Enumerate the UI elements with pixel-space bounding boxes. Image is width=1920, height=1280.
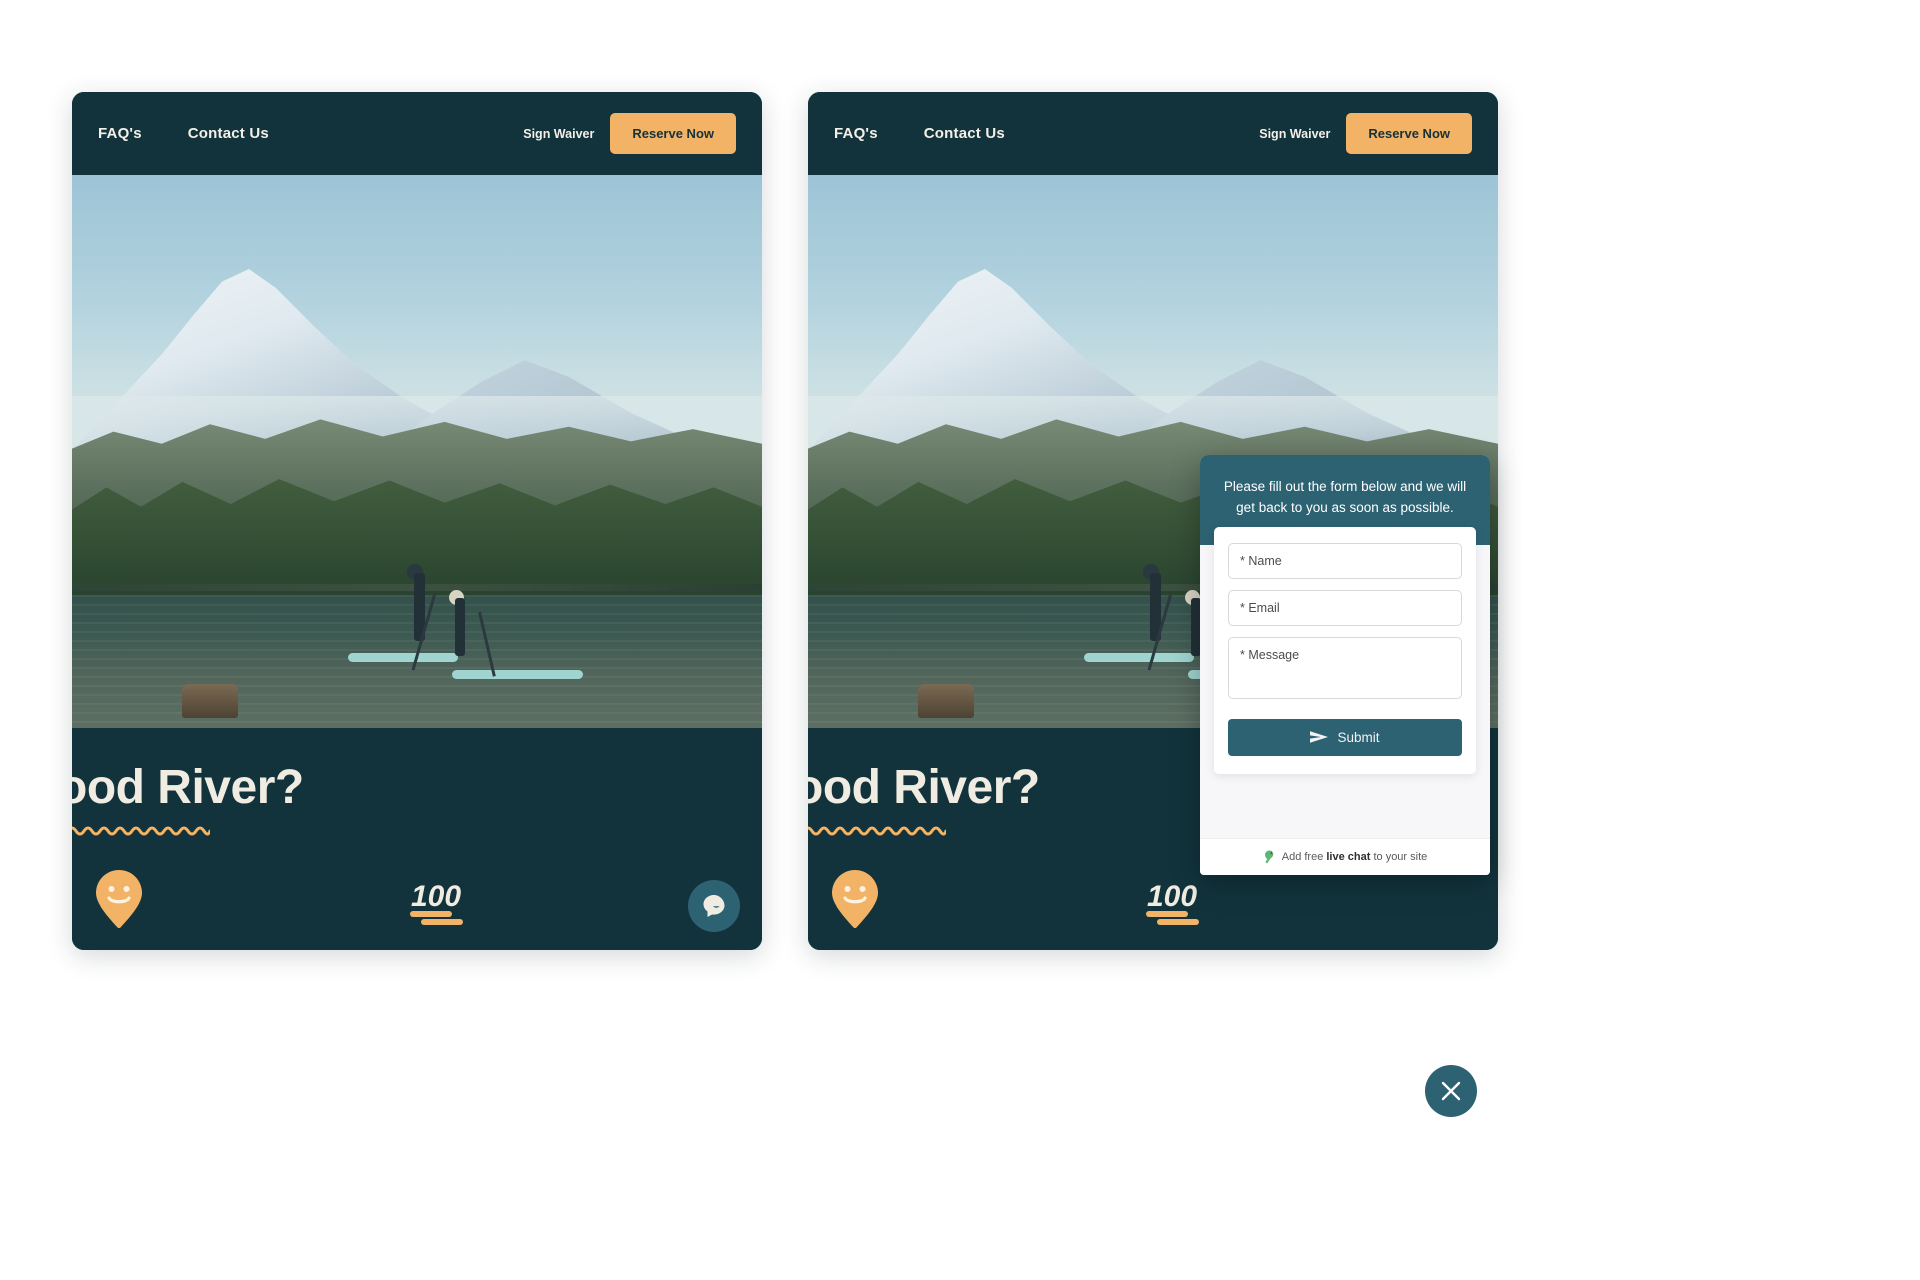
hundred-text: 100 bbox=[411, 880, 461, 913]
paddleboard bbox=[348, 653, 459, 663]
nav-link-faqs[interactable]: FAQ's bbox=[834, 125, 878, 142]
sign-waiver-link[interactable]: Sign Waiver bbox=[523, 127, 594, 141]
log-stump bbox=[918, 683, 975, 718]
live-chat-widget: Please fill out the form below and we wi… bbox=[1200, 455, 1490, 875]
website-preview-left: FAQ's Contact Us Sign Waiver Reserve Now bbox=[72, 92, 762, 950]
chat-bubble-icon bbox=[703, 895, 725, 917]
paddleboard bbox=[451, 669, 583, 679]
parrot-icon bbox=[1264, 850, 1274, 864]
hundred-points-icon: 100 bbox=[410, 880, 463, 925]
hundred-text: 100 bbox=[1147, 880, 1197, 913]
nav-link-contact-us[interactable]: Contact Us bbox=[924, 125, 1005, 142]
submit-button[interactable]: Submit bbox=[1228, 718, 1462, 756]
message-input[interactable] bbox=[1228, 636, 1462, 699]
navbar-actions: Sign Waiver Reserve Now bbox=[1259, 113, 1472, 154]
chat-widget-footer[interactable]: Add free live chat to your site bbox=[1200, 838, 1490, 875]
reserve-now-button[interactable]: Reserve Now bbox=[610, 113, 736, 154]
hero-image bbox=[72, 175, 762, 728]
submit-label: Submit bbox=[1337, 729, 1380, 745]
nav-link-contact-us[interactable]: Contact Us bbox=[188, 125, 269, 142]
chat-close-button[interactable] bbox=[1425, 1065, 1477, 1117]
sign-waiver-link[interactable]: Sign Waiver bbox=[1259, 127, 1330, 141]
paddler-body bbox=[454, 598, 465, 657]
chat-footer-strong: live chat bbox=[1326, 851, 1371, 863]
chat-launcher-button[interactable] bbox=[688, 880, 740, 932]
hundred-points-icon: 100 bbox=[1146, 880, 1199, 925]
send-icon bbox=[1310, 731, 1329, 744]
chat-contact-form: Submit bbox=[1214, 526, 1476, 774]
chat-footer-text: Add free live chat to your site bbox=[1282, 851, 1428, 863]
chat-footer-prefix: Add free bbox=[1281, 851, 1327, 863]
page-headline: ood River? bbox=[808, 761, 1040, 814]
chat-footer-suffix: to your site bbox=[1370, 851, 1428, 863]
email-input[interactable] bbox=[1228, 589, 1462, 626]
page-headline: ood River? bbox=[72, 761, 304, 814]
site-navbar: FAQ's Contact Us Sign Waiver Reserve Now bbox=[808, 92, 1498, 175]
smiley-map-pin-icon bbox=[832, 870, 878, 928]
navbar-actions: Sign Waiver Reserve Now bbox=[523, 113, 736, 154]
wavy-underline-icon bbox=[808, 826, 946, 836]
screenshot-stage: FAQ's Contact Us Sign Waiver Reserve Now bbox=[0, 0, 1920, 1280]
close-icon bbox=[1441, 1081, 1461, 1101]
hero-bottom-section: ood River? 100 bbox=[72, 728, 762, 950]
wavy-underline-icon bbox=[72, 826, 210, 836]
smiley-map-pin-icon bbox=[96, 870, 142, 928]
navbar-links: FAQ's Contact Us bbox=[98, 125, 269, 142]
nav-link-faqs[interactable]: FAQ's bbox=[98, 125, 142, 142]
navbar-links: FAQ's Contact Us bbox=[834, 125, 1005, 142]
log-stump bbox=[182, 683, 239, 718]
site-navbar: FAQ's Contact Us Sign Waiver Reserve Now bbox=[72, 92, 762, 175]
name-input[interactable] bbox=[1228, 542, 1462, 579]
paddleboard bbox=[1084, 653, 1195, 663]
reserve-now-button[interactable]: Reserve Now bbox=[1346, 113, 1472, 154]
